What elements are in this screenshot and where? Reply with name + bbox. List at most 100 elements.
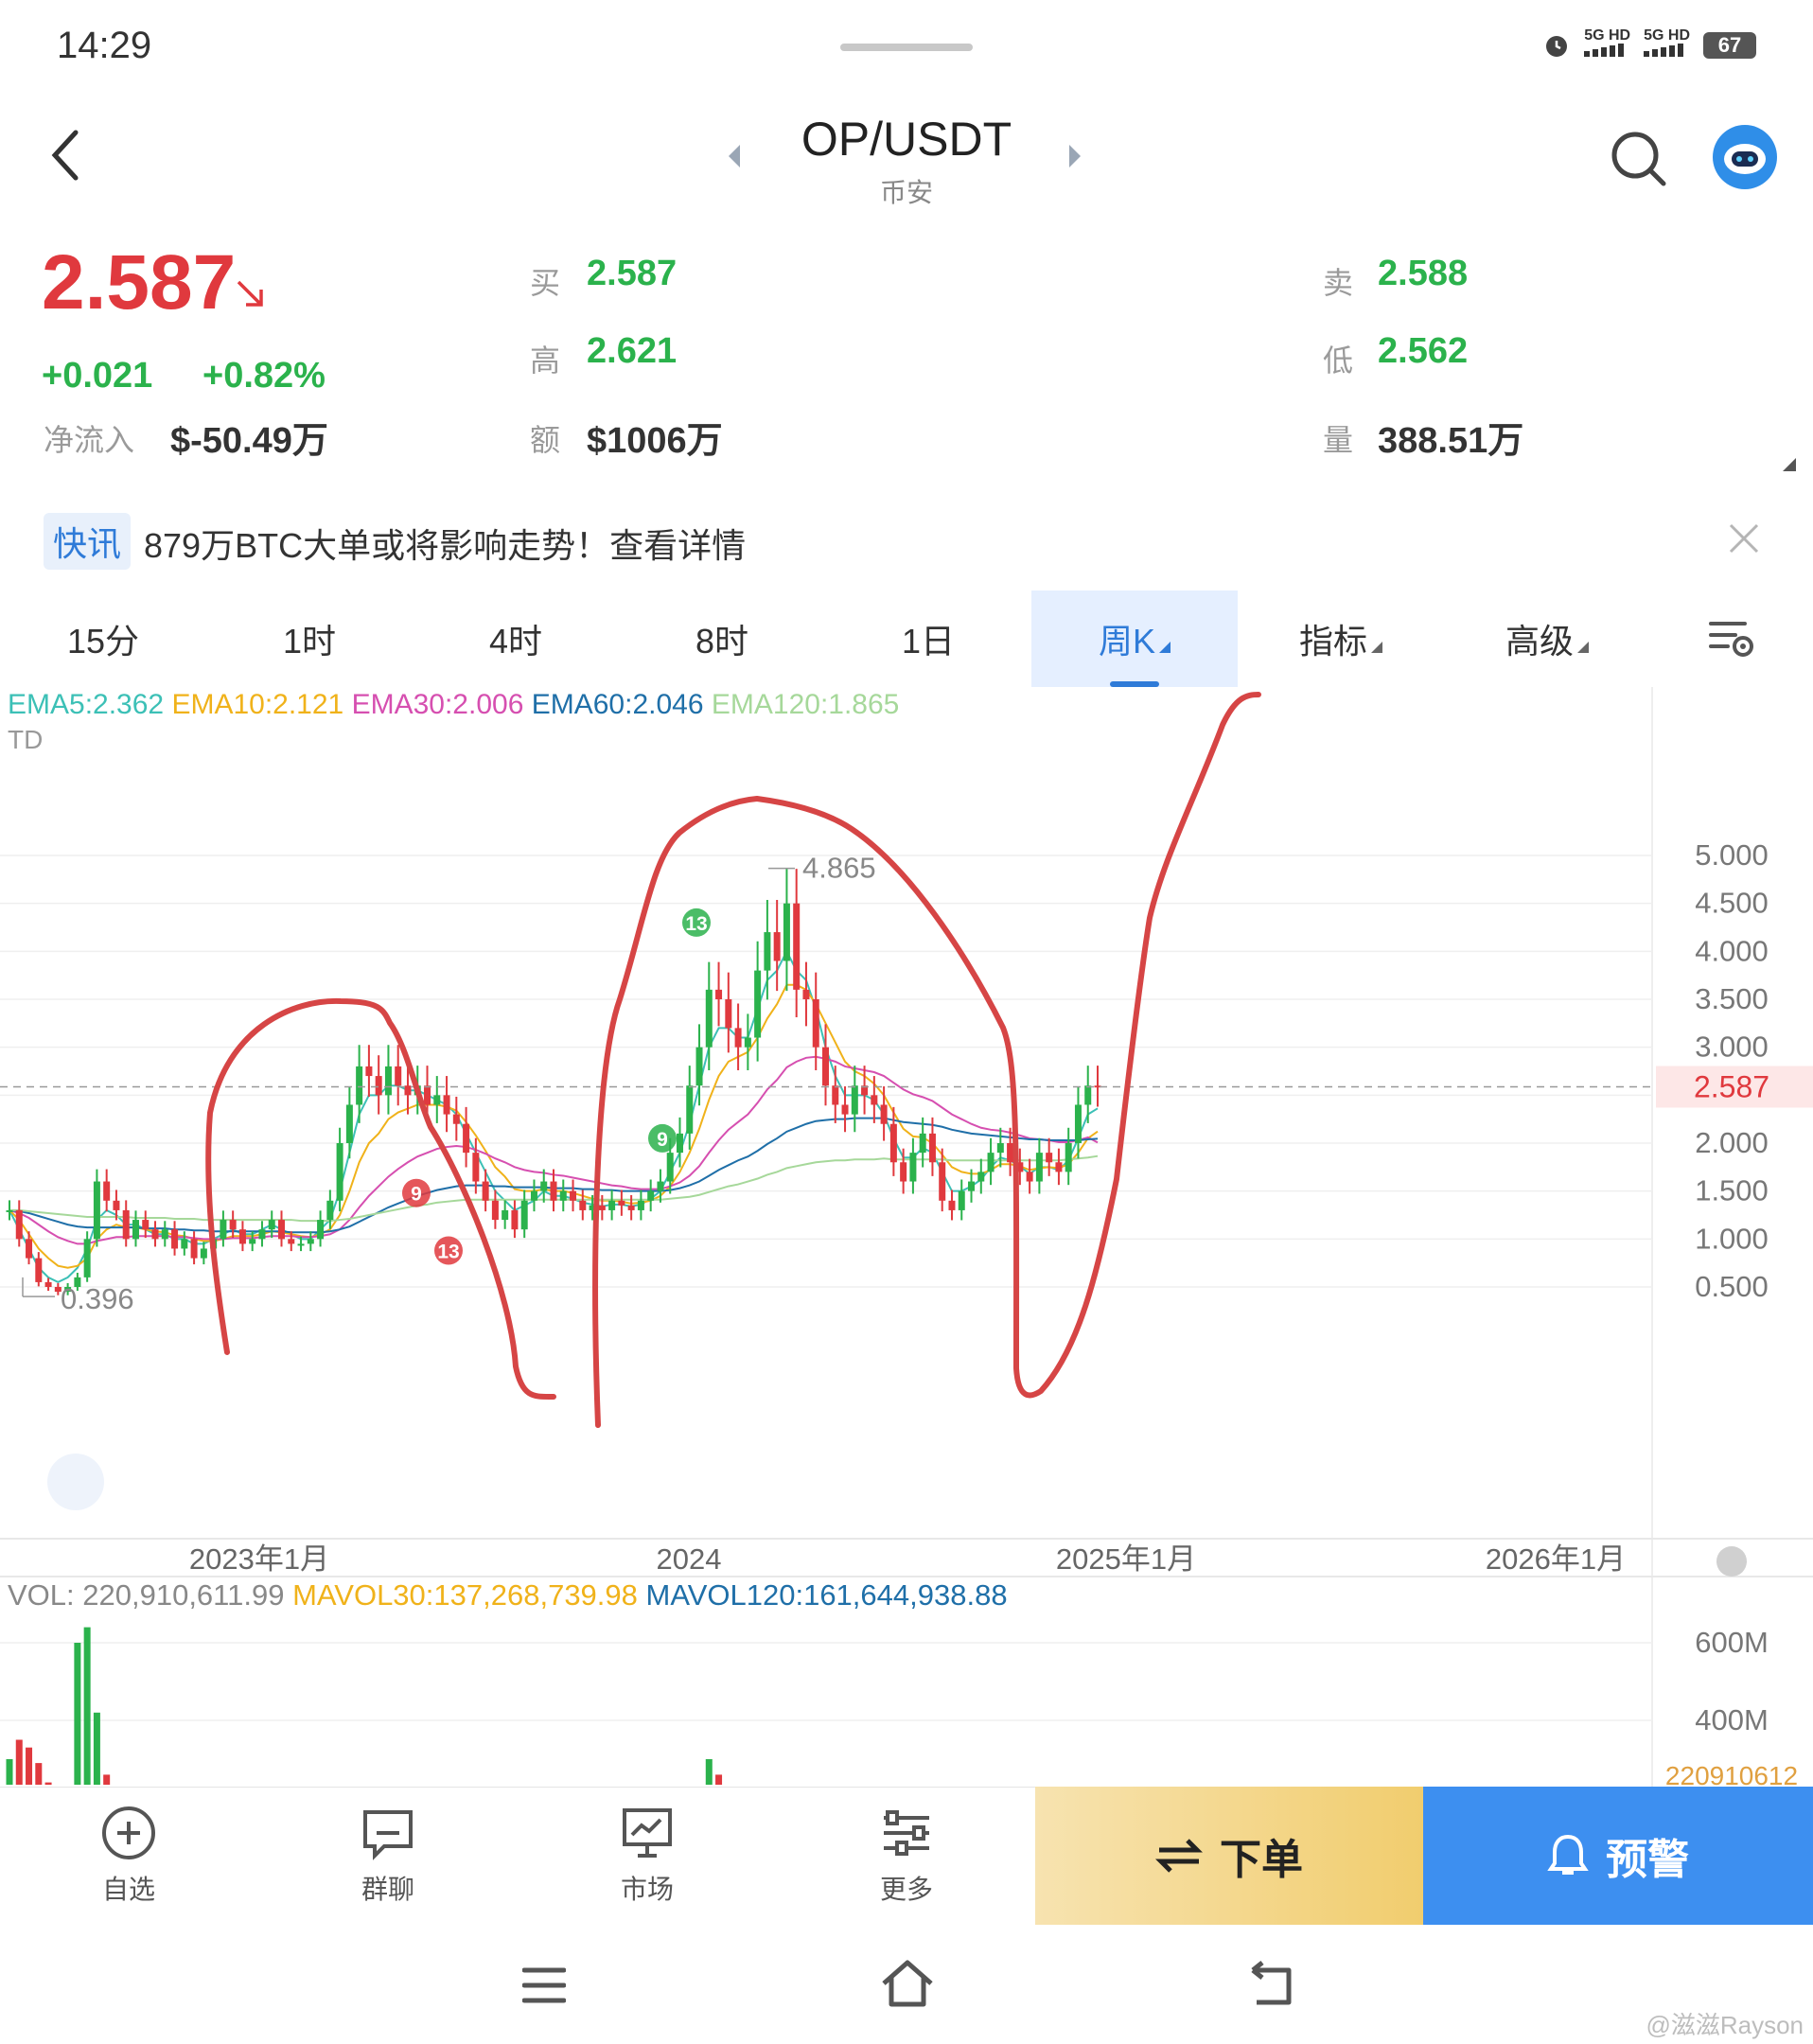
- candle-body: [375, 1076, 382, 1096]
- volume-value: 388.51万: [1378, 421, 1524, 461]
- candle-body: [44, 1281, 52, 1287]
- candle-body: [754, 970, 762, 1038]
- ema-line: [9, 983, 1099, 1269]
- candle-body: [161, 1229, 168, 1240]
- home-icon[interactable]: [880, 1959, 935, 2008]
- exchange-name: 币安: [879, 178, 933, 207]
- volume-bar: [74, 1643, 81, 1785]
- expand-corner-icon[interactable]: [1783, 458, 1796, 471]
- candle-body: [783, 903, 790, 961]
- y-tick-label: 1.000: [1695, 1222, 1769, 1255]
- low-label: 低: [1323, 344, 1354, 378]
- chart-settings-button[interactable]: [1650, 590, 1813, 687]
- candle-body: [1035, 1153, 1043, 1182]
- nav-watchlist[interactable]: 自选: [53, 1805, 204, 1907]
- timeline-toggle-icon: [1716, 1546, 1747, 1577]
- news-headline[interactable]: 879万BTC大单或将影响走势！查看详情: [144, 519, 746, 568]
- candle-body: [618, 1200, 625, 1206]
- candle-body: [220, 1220, 227, 1240]
- candle-body: [889, 1123, 897, 1163]
- vol-legend-item: VOL: 220,910,611.99: [8, 1578, 285, 1612]
- change-abs: +0.021: [42, 356, 153, 396]
- candle-body: [1046, 1153, 1053, 1163]
- candle-body: [695, 1047, 703, 1086]
- candle-body: [1026, 1172, 1033, 1182]
- candle-body: [384, 1066, 392, 1096]
- tab-4h[interactable]: 4时: [413, 590, 619, 687]
- candle-body: [987, 1153, 995, 1172]
- candle-body: [705, 989, 713, 1048]
- back-nav-icon[interactable]: [1247, 1961, 1294, 2006]
- candle-body: [598, 1205, 606, 1210]
- low-value: 2.562: [1378, 331, 1469, 371]
- candle-body: [851, 1085, 858, 1115]
- alert-button[interactable]: 预警: [1423, 1787, 1813, 1925]
- volume-bar: [44, 1782, 52, 1785]
- tab-1h[interactable]: 1时: [206, 590, 413, 687]
- search-icon[interactable]: [1609, 129, 1669, 189]
- candle-body: [258, 1229, 266, 1240]
- add-watchlist-icon: [102, 1806, 155, 1859]
- chart-settings-icon: [1709, 622, 1753, 657]
- candle-body: [345, 1104, 353, 1143]
- candle-body: [928, 1133, 936, 1163]
- candle-body: [880, 1104, 888, 1124]
- last-price: 2.587: [42, 239, 237, 326]
- order-button[interactable]: 下单: [1035, 1787, 1423, 1925]
- high-label: 高: [530, 344, 561, 378]
- tab-weekly[interactable]: 周K: [1031, 590, 1238, 687]
- market-chart-icon: [623, 1808, 672, 1858]
- volume-bar: [705, 1759, 713, 1785]
- candle-body: [356, 1066, 363, 1105]
- netflow-value: $-50.49万: [170, 421, 328, 461]
- candle-body: [171, 1229, 179, 1249]
- nav-group-chat[interactable]: 群聊: [312, 1805, 464, 1907]
- vol-y-tick-label: 600M: [1695, 1626, 1769, 1659]
- candle-body: [249, 1239, 256, 1244]
- candle-body: [1007, 1143, 1014, 1163]
- tab-15m[interactable]: 15分: [0, 590, 206, 687]
- reset-zoom-icon: [47, 1454, 104, 1510]
- close-icon[interactable]: [1728, 522, 1760, 555]
- candle-body: [822, 1047, 829, 1086]
- amount-value: $1006万: [587, 421, 723, 461]
- candle-body: [939, 1162, 946, 1201]
- nav-more[interactable]: 更多: [831, 1805, 982, 1907]
- recent-apps-icon[interactable]: [522, 1966, 566, 2004]
- candlestick-chart[interactable]: 600M 400M 220910612 5.000 4.500 4.000 3.500 3.…: [0, 687, 1813, 1787]
- assistant-avatar-icon[interactable]: [1711, 123, 1779, 191]
- news-tag: 快讯: [44, 513, 132, 570]
- hand-drawn-annotation: [592, 692, 1261, 1428]
- candle-body: [113, 1200, 120, 1210]
- candle-body: [919, 1133, 926, 1154]
- candle-body: [657, 1181, 664, 1191]
- candle-body: [502, 1209, 509, 1221]
- drag-handle[interactable]: [840, 44, 973, 51]
- volume-bar: [15, 1739, 23, 1785]
- amount-label: 额: [530, 423, 561, 457]
- candle-body: [15, 1209, 23, 1240]
- candle-body: [968, 1181, 976, 1191]
- candle-body: [278, 1220, 285, 1240]
- sell-value: 2.588: [1378, 254, 1469, 293]
- candle-body: [443, 1095, 450, 1115]
- y-tick-label: 0.500: [1695, 1270, 1769, 1303]
- tab-indicators[interactable]: 指标: [1238, 590, 1444, 687]
- candle-body: [122, 1209, 130, 1240]
- high-value: 2.621: [587, 331, 678, 371]
- y-tick-label: 2.000: [1695, 1126, 1769, 1159]
- nav-market[interactable]: 市场: [572, 1805, 723, 1907]
- tab-8h[interactable]: 8时: [619, 590, 825, 687]
- candle-body: [511, 1209, 519, 1230]
- dropdown-corner-icon: [1371, 642, 1382, 653]
- tab-advanced[interactable]: 高级: [1444, 590, 1650, 687]
- candle-body: [103, 1181, 111, 1201]
- candle-body: [977, 1172, 985, 1182]
- tab-1d[interactable]: 1日: [825, 590, 1031, 687]
- x-tick-label: 2024: [657, 1542, 722, 1576]
- candle-body: [627, 1205, 635, 1210]
- candle-body: [317, 1220, 325, 1240]
- candle-body: [433, 1095, 441, 1105]
- candle-body: [472, 1153, 480, 1182]
- y-tick-label: 3.500: [1695, 982, 1769, 1015]
